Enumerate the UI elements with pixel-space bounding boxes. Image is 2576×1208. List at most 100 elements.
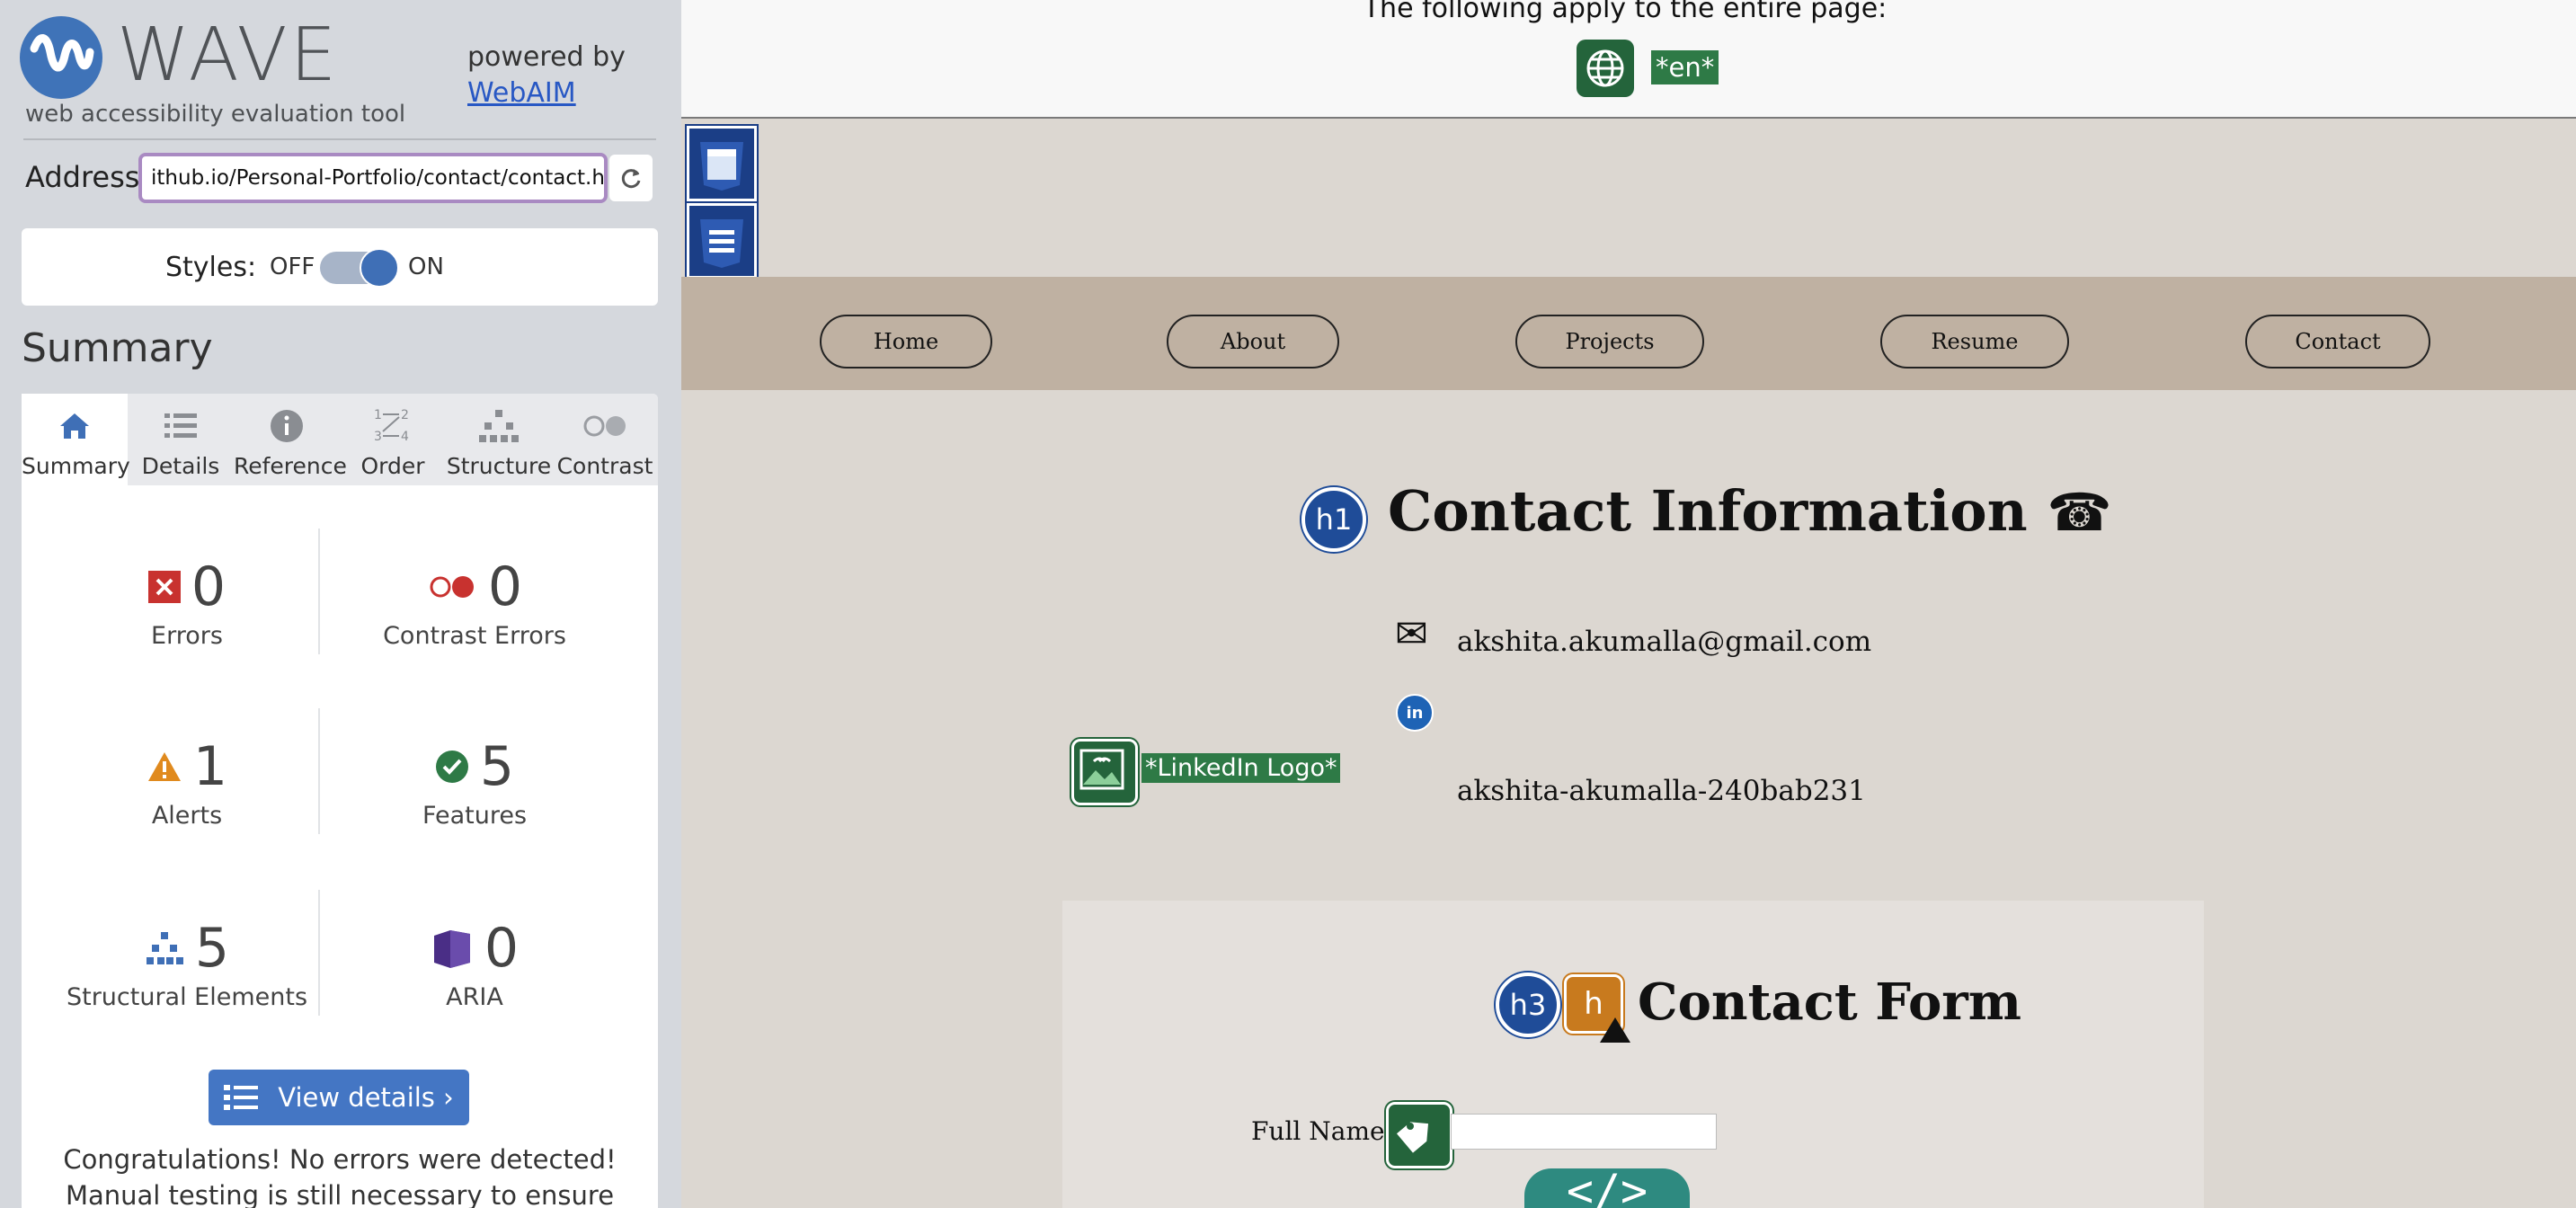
structure-icon [479, 410, 519, 442]
errors-count: 0 [191, 555, 227, 618]
nav-resume[interactable]: Resume [1880, 315, 2069, 369]
structural-label: Structural Elements [66, 983, 308, 1011]
linkedin-icon[interactable]: in [1396, 694, 1434, 732]
reload-button[interactable] [609, 155, 653, 201]
contact-heading: Contact Information ☎ [1388, 478, 2112, 544]
info-icon [271, 410, 303, 442]
alert-icon [147, 752, 181, 781]
linkedin-handle[interactable]: akshita-akumalla-240bab231 [1457, 775, 1866, 807]
tab-label: Reference [234, 453, 347, 479]
view-details-button[interactable]: View details › [209, 1070, 469, 1125]
svg-text:2: 2 [401, 408, 409, 422]
tab-label: Order [360, 453, 425, 479]
label-tag-icon[interactable] [1386, 1102, 1452, 1168]
language-tag[interactable]: *en* [1651, 50, 1719, 84]
features-label: Features [422, 802, 528, 830]
stat-errors[interactable]: 0 Errors [52, 555, 322, 650]
linked-image-icon[interactable] [1071, 739, 1138, 805]
tab-order[interactable]: 1 2 3 4 Order [340, 394, 446, 485]
powered-by: powered by WebAIM [467, 40, 626, 111]
error-icon [147, 571, 181, 603]
tab-structure[interactable]: Structure [446, 394, 552, 485]
wave-title: WAVE [117, 13, 340, 98]
errors-label: Errors [151, 622, 223, 650]
congrats-message: Congratulations! No errors were detected… [63, 1144, 617, 1208]
structural-icon [146, 932, 183, 964]
nav-projects[interactable]: Projects [1515, 315, 1704, 369]
styles-toggle-box: Styles: OFF ON [22, 228, 658, 306]
tab-bar: Summary Details Reference 1 2 3 4 Order Str… [22, 394, 658, 485]
wave-subtitle: web accessibility evaluation tool [25, 101, 406, 128]
wave-logo-icon [20, 16, 102, 99]
fullname-input[interactable] [1451, 1114, 1717, 1150]
navigation-region-icon[interactable] [687, 203, 757, 279]
stat-structural[interactable]: 5 Structural Elements [52, 917, 322, 1011]
nav-about[interactable]: About [1167, 315, 1339, 369]
address-input[interactable]: ithub.io/Personal-Portfolio/contact/cont… [138, 153, 608, 203]
stat-contrast-errors[interactable]: 0 Contrast Errors [340, 555, 609, 650]
summary-heading: Summary [22, 325, 213, 371]
contrast-icon [583, 415, 626, 437]
svg-text:4: 4 [401, 430, 409, 444]
tab-label: Contrast [556, 453, 653, 479]
styles-toggle[interactable] [320, 248, 399, 288]
banner-text: The following apply to the entire page: [1363, 0, 1888, 24]
svg-text:1: 1 [374, 408, 382, 422]
stat-divider [318, 708, 320, 834]
structural-count: 5 [194, 917, 230, 980]
site-navbar: Home About Projects Resume Contact [681, 277, 2576, 390]
phone-icon: ☎ [2047, 482, 2112, 543]
nav-home[interactable]: Home [820, 315, 992, 369]
tab-label: Structure [446, 453, 552, 479]
warning-triangle-icon [1600, 1017, 1630, 1043]
contrast-error-icon [430, 576, 474, 598]
page-wide-banner: The following apply to the entire page: … [681, 0, 2576, 119]
envelope-icon: ✉ [1395, 611, 1428, 657]
tab-summary[interactable]: Summary [22, 394, 130, 485]
tab-reference[interactable]: Reference [234, 394, 347, 485]
fullname-label: Full Name: [1251, 1116, 1394, 1146]
globe-icon[interactable] [1577, 40, 1634, 97]
tab-contrast[interactable]: Contrast [552, 394, 658, 485]
h3-badge[interactable]: h3 [1496, 973, 1560, 1037]
styles-label: Styles: [165, 252, 257, 283]
list-icon [164, 413, 197, 438]
alerts-label: Alerts [151, 802, 223, 830]
aria-label: ARIA [446, 983, 503, 1011]
aria-count: 0 [484, 917, 520, 980]
tab-label: Details [141, 453, 220, 479]
header-region-icon[interactable] [687, 126, 757, 201]
stat-aria[interactable]: 0 ARIA [340, 917, 609, 1011]
view-details-label: View details › [278, 1082, 454, 1113]
h1-badge[interactable]: h1 [1301, 487, 1366, 552]
svg-text:3: 3 [374, 430, 382, 444]
alerts-count: 1 [192, 735, 228, 798]
tab-details[interactable]: Details [128, 394, 234, 485]
contact-form-section: h3 h Contact Form Full Name: </> [1062, 901, 2204, 1208]
stat-features[interactable]: 5 Features [340, 735, 609, 830]
list-icon [224, 1085, 259, 1110]
toggle-knob [360, 248, 399, 288]
code-element-icon[interactable]: </> [1524, 1168, 1690, 1208]
styles-off-label: OFF [270, 253, 315, 280]
nav-contact[interactable]: Contact [2245, 315, 2430, 369]
summary-panel: Summary Details Reference 1 2 3 4 Order Str… [22, 394, 658, 1208]
stat-alerts[interactable]: 1 Alerts [52, 735, 322, 830]
webaim-link[interactable]: WebAIM [467, 77, 576, 109]
aria-cube-icon [433, 930, 470, 968]
refresh-icon [621, 169, 641, 189]
evaluated-page: The following apply to the entire page: … [681, 0, 2576, 1208]
contrast-errors-label: Contrast Errors [383, 622, 566, 650]
powered-by-text: powered by [467, 41, 626, 73]
contact-heading-text: Contact Information [1388, 478, 2028, 544]
contrast-errors-count: 0 [487, 555, 523, 618]
feature-check-icon [435, 751, 468, 783]
styles-on-label: ON [408, 253, 444, 280]
features-count: 5 [479, 735, 515, 798]
contact-form-heading: Contact Form [1638, 973, 2022, 1032]
email-text[interactable]: akshita.akumalla@gmail.com [1457, 626, 1871, 658]
tab-label: Summary [22, 453, 130, 479]
linkedin-alt-tag[interactable]: *LinkedIn Logo* [1141, 753, 1341, 783]
stat-divider [318, 890, 320, 1016]
stat-divider [318, 528, 320, 654]
